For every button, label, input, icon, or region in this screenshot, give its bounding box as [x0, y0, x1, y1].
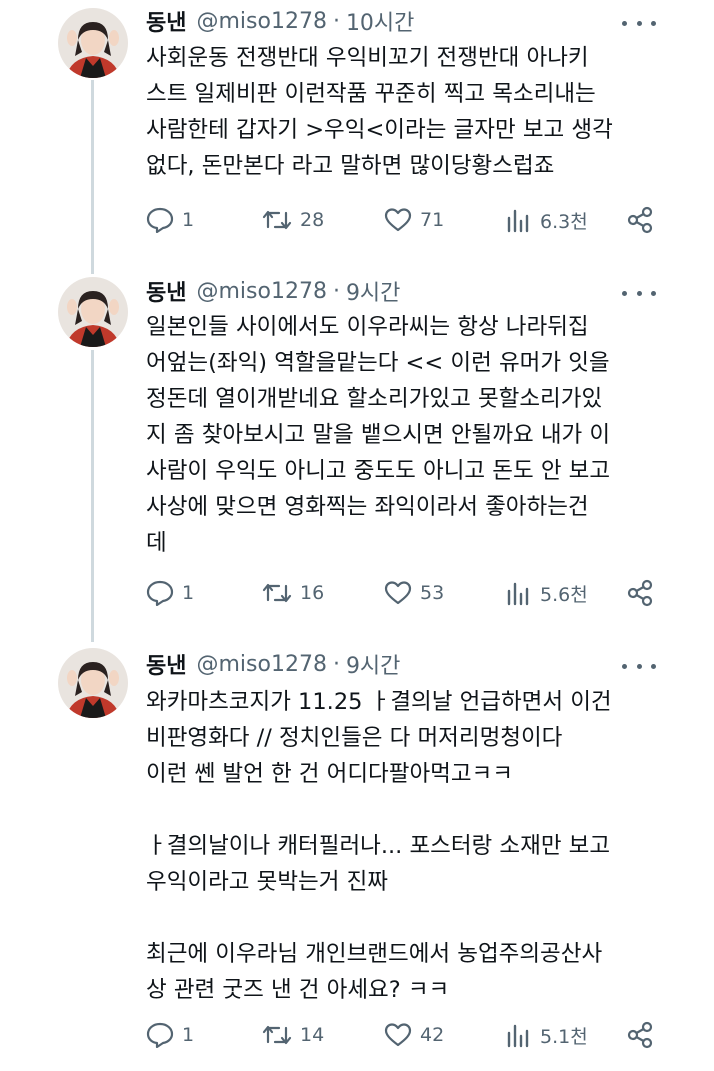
tweet-text-line: 최근에 이우라님 개인브랜드에서 농업주의공산사 — [146, 941, 603, 967]
tweet-text-line: 비판영화다 // 정치인들은 다 머저리멍청이다 — [146, 725, 563, 751]
views-chart-icon — [506, 207, 532, 233]
tweet-text-line: 스트 일제비판 이런작품 꾸준히 찍고 목소리내는 — [146, 81, 596, 107]
share-icon[interactable] — [626, 1020, 654, 1050]
separator: · — [332, 278, 340, 304]
like-count: 42 — [420, 1024, 445, 1046]
heart-icon — [384, 1022, 412, 1048]
retweet-icon — [262, 207, 292, 233]
tweet-text-line: 사람이 우익도 아니고 중도도 아니고 돈도 안 보고 — [146, 458, 611, 484]
tweet-text-line: 어엎는(좌익) 역할을맡는다 << 이런 유머가 잇을 — [146, 350, 610, 376]
timestamp[interactable]: 10시간 — [346, 5, 414, 37]
tweet-header: 동낸 @miso1278 · 9시간 — [146, 648, 400, 680]
reply-count: 1 — [182, 582, 195, 604]
retweet-count: 14 — [300, 1024, 325, 1046]
tweet-text: 와카마츠코지가 11.25 ㅏ결의날 언급하면서 이건 비판영화다 // 정치인… — [146, 684, 666, 1008]
tweet-actions: 1 14 42 5.1천 — [146, 1020, 666, 1050]
views-button[interactable]: 5.6천 — [506, 578, 588, 608]
tweet-text-line: 와카마츠코지가 11.25 ㅏ결의날 언급하면서 이건 — [146, 689, 612, 715]
like-count: 53 — [420, 582, 445, 604]
separator: · — [332, 8, 340, 34]
reply-count: 1 — [182, 1024, 195, 1046]
display-name[interactable]: 동낸 — [146, 648, 186, 680]
tweet-text-line: 우익이라고 못박는거 진짜 — [146, 869, 389, 895]
user-handle[interactable]: @miso1278 — [196, 279, 326, 304]
display-name[interactable]: 동낸 — [146, 275, 186, 307]
like-count: 71 — [420, 209, 445, 231]
reply-button[interactable]: 1 — [146, 205, 194, 235]
more-icon[interactable] — [622, 656, 656, 676]
thread-connector-line — [91, 350, 94, 642]
tweet-text-line: 정돈데 열이개받네요 할소리가있고 못할소리가있 — [146, 386, 603, 412]
tweet-text: 사회운동 전쟁반대 우익비꼬기 전쟁반대 아나키 스트 일제비판 이런작품 꾸준… — [146, 40, 666, 184]
views-button[interactable]: 6.3천 — [506, 205, 588, 235]
views-count: 6.3천 — [540, 210, 588, 233]
display-name[interactable]: 동낸 — [146, 5, 186, 37]
thread-connector-line — [91, 80, 94, 274]
views-chart-icon — [506, 1022, 532, 1048]
retweet-button[interactable]: 14 — [262, 1020, 324, 1050]
tweet-actions: 1 28 71 6.3천 — [146, 205, 666, 235]
reply-count: 1 — [182, 209, 195, 231]
retweet-button[interactable]: 16 — [262, 578, 324, 608]
retweet-count: 16 — [300, 582, 325, 604]
like-button[interactable]: 53 — [384, 578, 444, 608]
timestamp[interactable]: 9시간 — [346, 648, 400, 680]
reply-icon — [146, 207, 174, 233]
user-handle[interactable]: @miso1278 — [196, 9, 326, 34]
tweet-text-line: 상 관련 굿즈 낸 건 아세요? ㅋㅋ — [146, 977, 450, 1003]
tweet-text-line: 이런 쎈 발언 한 건 어디다팔아먹고ㅋㅋ — [146, 761, 513, 787]
tweet-text: 일본인들 사이에서도 이우라씨는 항상 나라뒤집 어엎는(좌익) 역할을맡는다 … — [146, 309, 666, 561]
more-icon[interactable] — [622, 283, 656, 303]
views-chart-icon — [506, 580, 532, 606]
reply-button[interactable]: 1 — [146, 578, 194, 608]
retweet-icon — [262, 580, 292, 606]
tweet-text-line: 사상에 맞으면 영화찍는 좌익이라서 좋아하는건 — [146, 494, 589, 520]
tweet-header: 동낸 @miso1278 · 10시간 — [146, 5, 414, 37]
share-icon[interactable] — [626, 205, 654, 235]
tweet-text-line: 일본인들 사이에서도 이우라씨는 항상 나라뒤집 — [146, 314, 589, 340]
tweet-text-line: 지 좀 찾아보시고 말을 뱉으시면 안될까요 내가 이 — [146, 422, 611, 448]
tweet-header: 동낸 @miso1278 · 9시간 — [146, 275, 400, 307]
separator: · — [332, 651, 340, 677]
heart-icon — [384, 580, 412, 606]
views-button[interactable]: 5.1천 — [506, 1020, 588, 1050]
more-icon[interactable] — [622, 13, 656, 33]
avatar[interactable] — [58, 8, 128, 78]
tweet-actions: 1 16 53 5.6천 — [146, 578, 666, 608]
user-handle[interactable]: @miso1278 — [196, 652, 326, 677]
tweet-text-line: 없다, 돈만본다 라고 말하면 많이당황스럽죠 — [146, 153, 555, 179]
share-icon[interactable] — [626, 578, 654, 608]
tweet-text-line: 사회운동 전쟁반대 우익비꼬기 전쟁반대 아나키 — [146, 45, 589, 71]
tweet-text-line: 사람한테 갑자기 >우익<이라는 글자만 보고 생각 — [146, 117, 613, 143]
heart-icon — [384, 207, 412, 233]
avatar[interactable] — [58, 648, 128, 718]
tweet-text-line: ㅏ결의날이나 캐터필러나... 포스터랑 소재만 보고 — [146, 833, 611, 859]
retweet-count: 28 — [300, 209, 325, 231]
retweet-icon — [262, 1022, 292, 1048]
retweet-button[interactable]: 28 — [262, 205, 324, 235]
reply-icon — [146, 1022, 174, 1048]
like-button[interactable]: 71 — [384, 205, 444, 235]
timestamp[interactable]: 9시간 — [346, 275, 400, 307]
reply-icon — [146, 580, 174, 606]
avatar[interactable] — [58, 277, 128, 347]
views-count: 5.1천 — [540, 1025, 588, 1048]
like-button[interactable]: 42 — [384, 1020, 444, 1050]
tweet-text-line: 데 — [146, 530, 167, 556]
views-count: 5.6천 — [540, 583, 588, 606]
reply-button[interactable]: 1 — [146, 1020, 194, 1050]
